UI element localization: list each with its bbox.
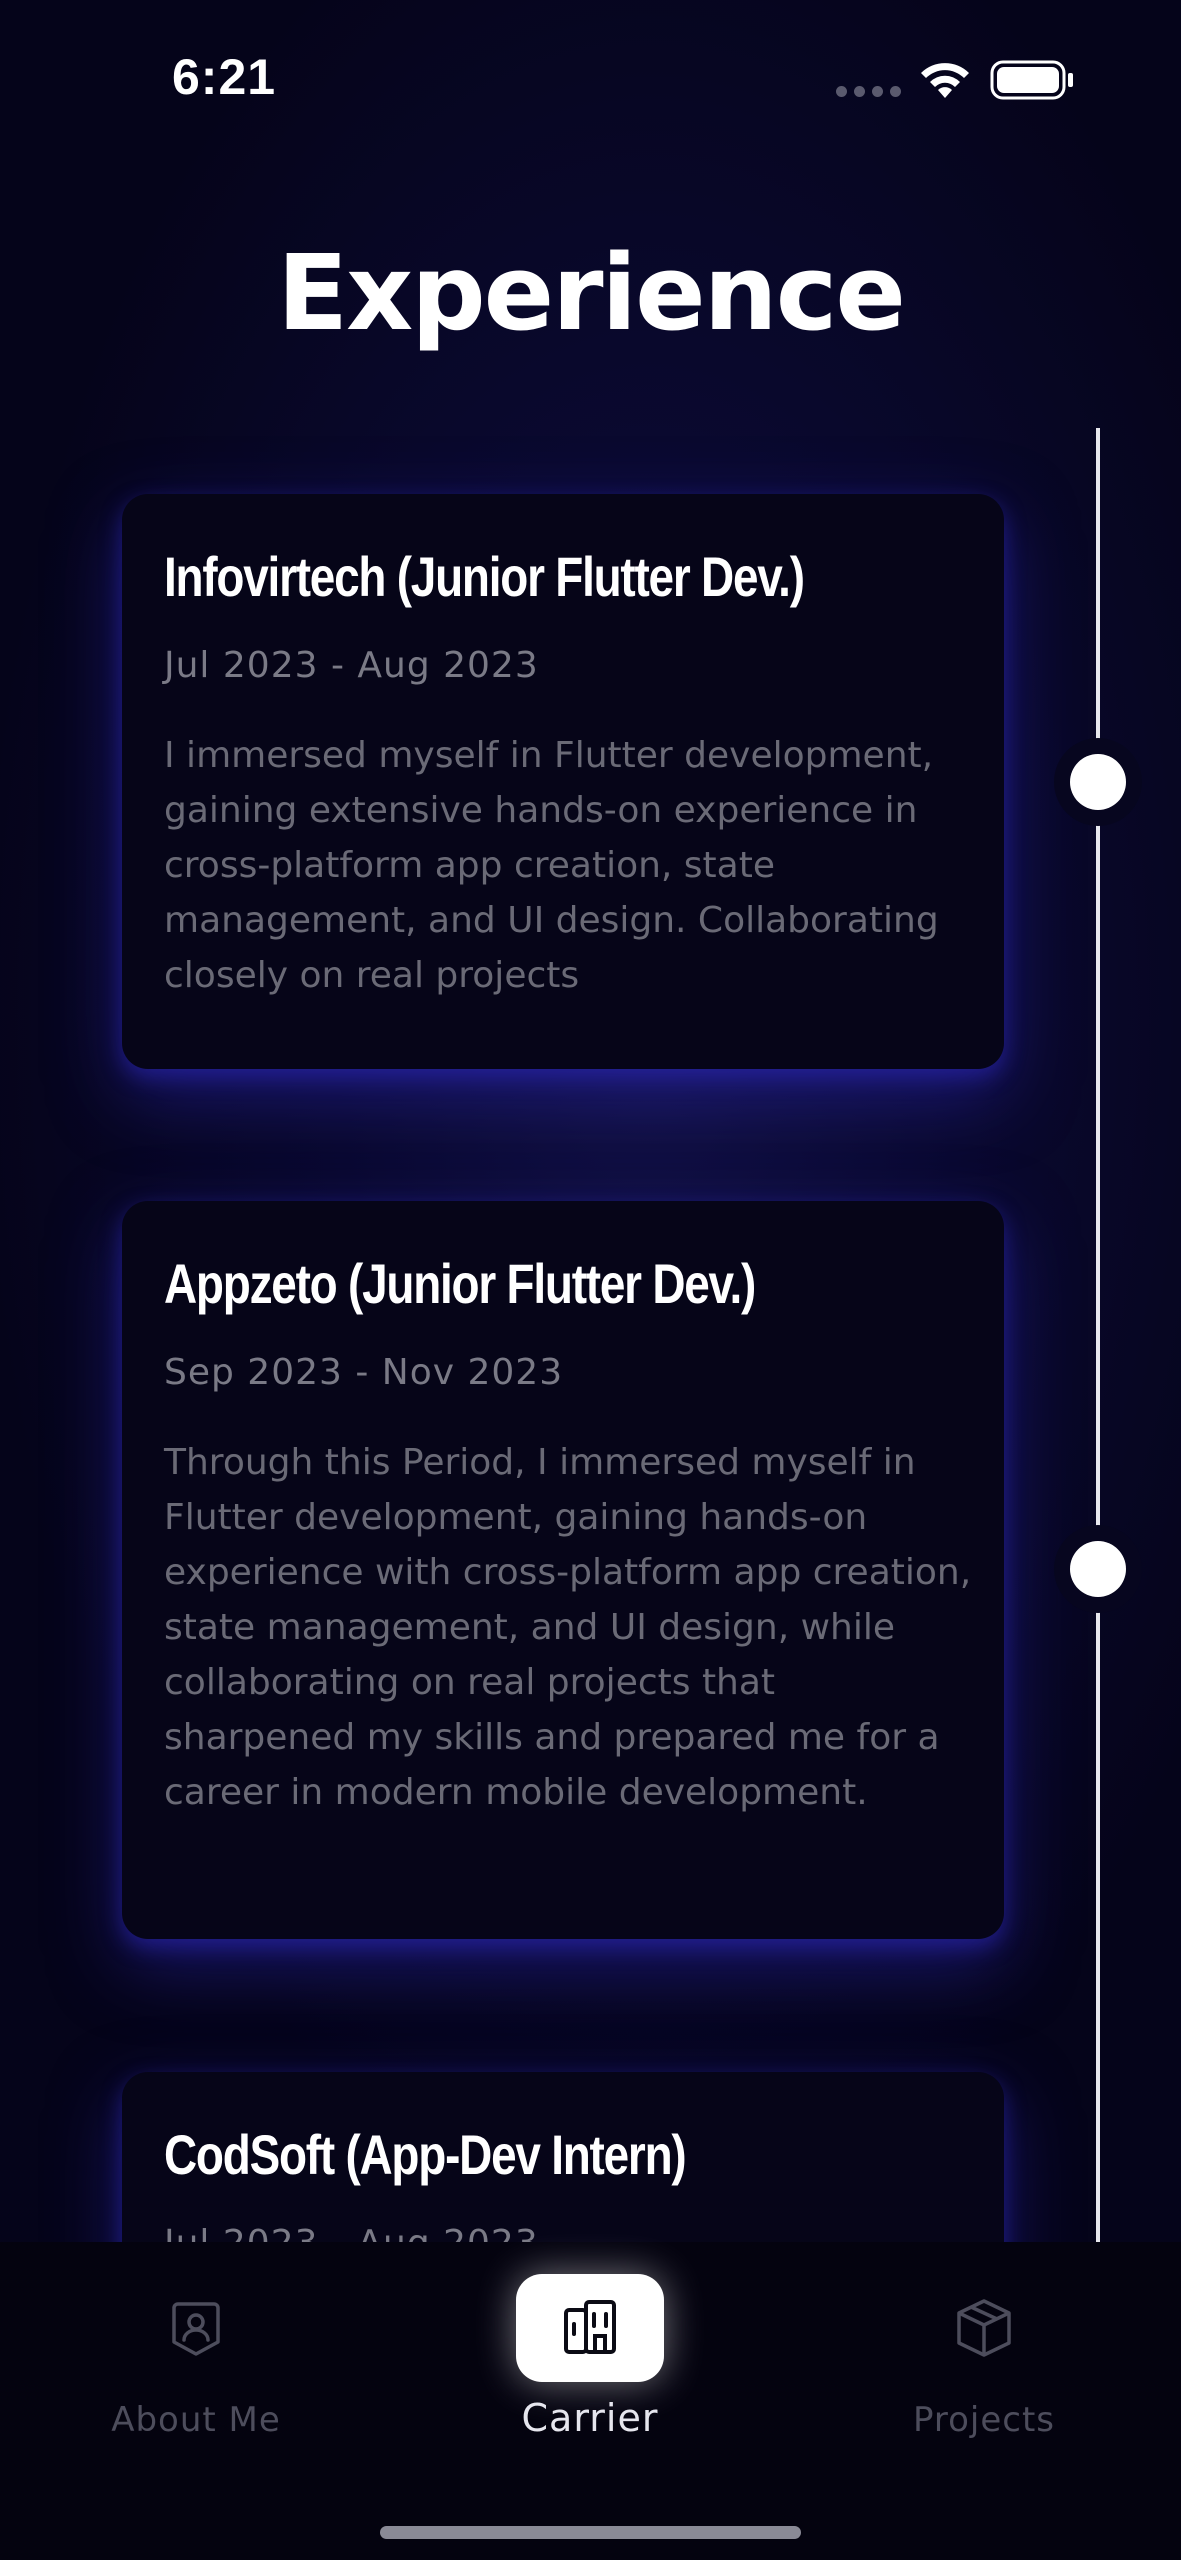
wifi-icon <box>921 63 969 98</box>
card-date: Sep 2023 - Nov 2023 <box>164 1352 564 1393</box>
timeline-dot <box>1070 1541 1126 1597</box>
box-icon <box>957 2299 1011 2357</box>
bottom-nav: About Me Carrier Projects <box>0 2242 1181 2560</box>
timeline-dot <box>1070 754 1126 810</box>
experience-card-appzeto[interactable]: Appzeto (Junior Flutter Dev.) Sep 2023 -… <box>122 1201 1004 1939</box>
page-title: Experience <box>277 232 906 354</box>
home-indicator[interactable] <box>380 2526 801 2539</box>
card-description: Through this Period, I immersed myself i… <box>164 1442 972 1813</box>
nav-label: Carrier <box>521 2396 659 2440</box>
experience-screen: 6:21 Experience Infovirtech (Junior Flut… <box>0 0 1181 2560</box>
nav-item-projects[interactable]: Projects <box>824 2274 1144 2440</box>
status-time: 6:21 <box>172 49 277 105</box>
timeline-line <box>1096 428 1100 2243</box>
card-title: Appzeto (Junior Flutter Dev.) <box>164 1252 756 1315</box>
building-icon <box>564 2300 616 2354</box>
nav-item-about-me[interactable]: About Me <box>36 2274 356 2440</box>
status-bar: 6:21 <box>0 0 1181 150</box>
card-title: CodSoft (App-Dev Intern) <box>164 2123 687 2186</box>
profile-badge-icon <box>172 2302 220 2356</box>
card-title: Infovirtech (Junior Flutter Dev.) <box>164 545 805 608</box>
battery-icon <box>990 60 1073 100</box>
cellular-signal-icon <box>836 86 901 97</box>
experience-card-infovirtech[interactable]: Infovirtech (Junior Flutter Dev.) Jul 20… <box>122 494 1004 1069</box>
nav-label: Projects <box>912 2400 1056 2440</box>
card-description: I immersed myself in Flutter development… <box>164 735 939 996</box>
nav-item-carrier[interactable]: Carrier <box>430 2274 750 2440</box>
card-date: Jul 2023 - Aug 2023 <box>164 645 539 686</box>
nav-label: About Me <box>111 2400 281 2440</box>
